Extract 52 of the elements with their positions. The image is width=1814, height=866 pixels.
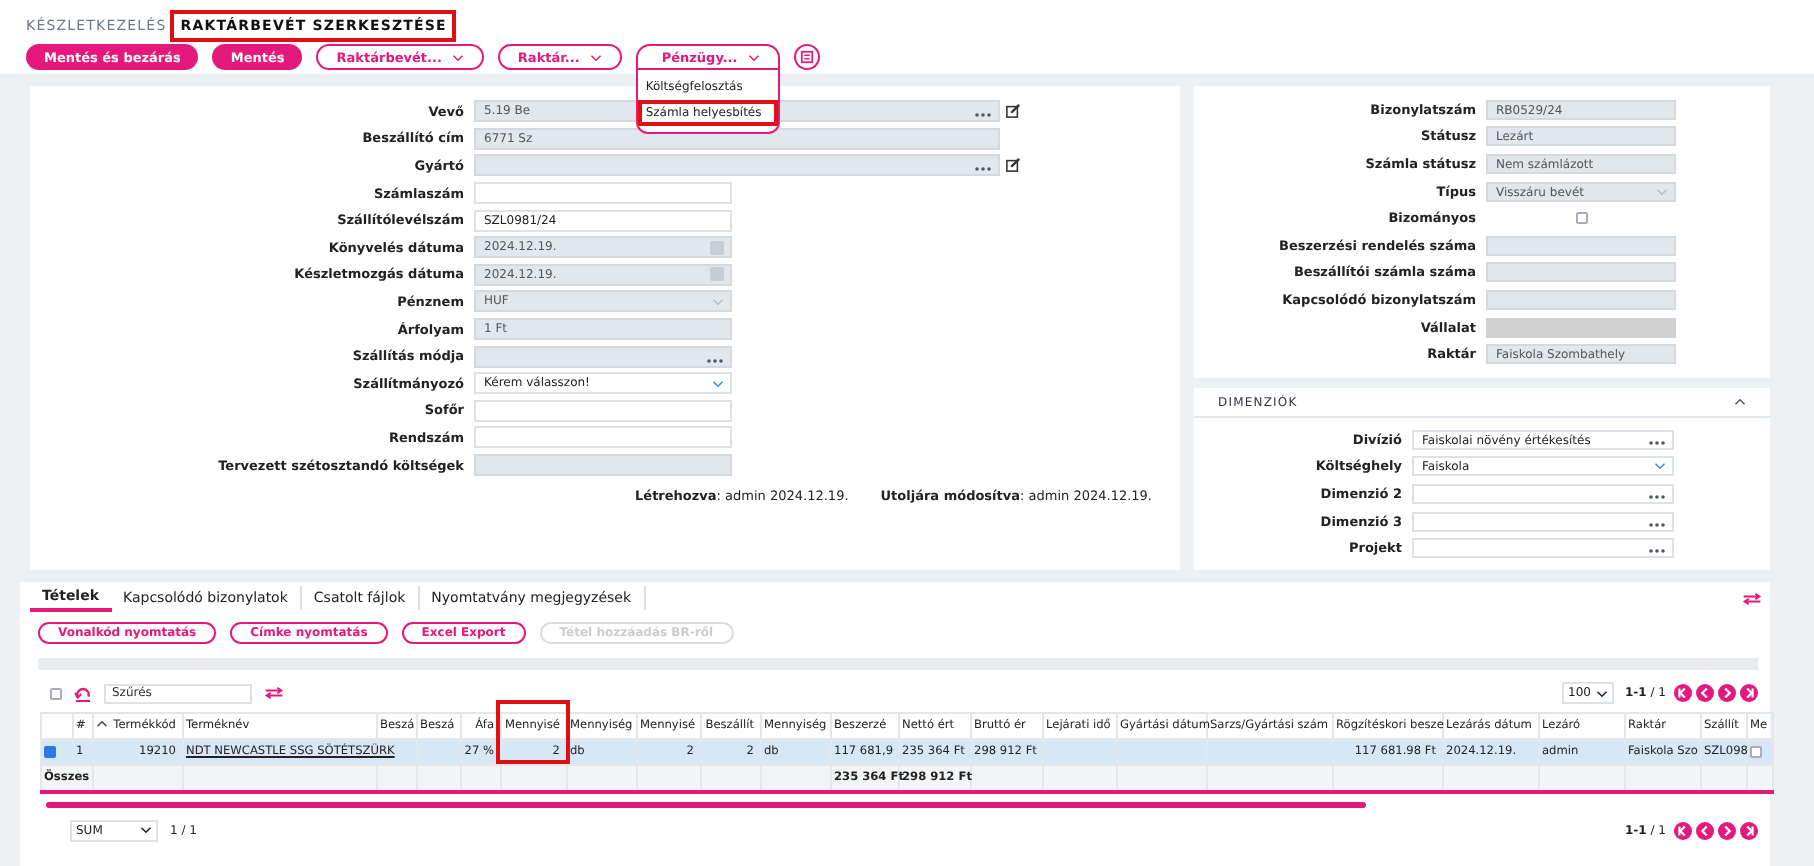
chevron-down-icon	[1656, 187, 1668, 196]
undo-icon[interactable]	[74, 685, 92, 702]
checkbox[interactable]	[50, 687, 62, 700]
prev-page-icon[interactable]	[1696, 684, 1714, 703]
sort-icon[interactable]	[95, 719, 108, 728]
first-page-icon[interactable]	[1674, 684, 1692, 703]
first-page-icon[interactable]	[1674, 821, 1692, 840]
ellipsis-icon[interactable]	[1648, 548, 1666, 555]
scrollbar[interactable]	[46, 801, 1366, 808]
ellipsis-icon[interactable]	[1648, 521, 1666, 528]
checkbox[interactable]	[44, 745, 56, 758]
chevron-down-icon	[589, 53, 602, 61]
input-field[interactable]	[1412, 511, 1674, 532]
chevron-up-icon	[1734, 398, 1746, 407]
checkbox[interactable]	[1750, 745, 1762, 758]
next-page-icon[interactable]	[1718, 821, 1736, 840]
swap-icon[interactable]	[1742, 591, 1762, 606]
document-button[interactable]	[793, 44, 820, 70]
chevron-down-icon	[712, 379, 724, 388]
last-page-icon[interactable]	[1740, 821, 1758, 840]
checkbox[interactable]	[1575, 212, 1587, 225]
chevron-down-icon	[451, 53, 464, 61]
chevron-down-icon	[712, 297, 724, 306]
input-field[interactable]	[1412, 483, 1674, 504]
prev-page-icon[interactable]	[1696, 821, 1714, 840]
swap-icon[interactable]	[264, 686, 284, 701]
edit-icon[interactable]	[1006, 158, 1020, 173]
ellipsis-icon[interactable]	[974, 166, 992, 173]
chevron-down-icon	[747, 53, 760, 61]
input-field[interactable]	[1486, 289, 1676, 310]
last-page-icon[interactable]	[1740, 684, 1758, 703]
document-icon	[799, 50, 814, 64]
input-field[interactable]	[1486, 262, 1676, 283]
ellipsis-icon[interactable]	[706, 357, 724, 364]
edit-icon[interactable]	[1006, 104, 1020, 119]
input-field[interactable]	[474, 345, 732, 368]
ellipsis-icon[interactable]	[1648, 493, 1666, 500]
input-field[interactable]	[1412, 538, 1674, 559]
input-field[interactable]	[474, 154, 1000, 177]
chevron-down-icon	[1595, 689, 1607, 698]
input-field[interactable]	[1486, 317, 1676, 338]
chevron-down-icon	[1654, 462, 1666, 471]
input-field[interactable]	[474, 182, 732, 205]
ellipsis-icon[interactable]	[974, 112, 992, 119]
input-field[interactable]	[474, 399, 732, 422]
collapse-toggle[interactable]	[1734, 398, 1746, 407]
input-field[interactable]	[474, 426, 732, 449]
ellipsis-icon[interactable]	[1648, 439, 1666, 446]
input-field[interactable]	[1486, 235, 1676, 256]
next-page-icon[interactable]	[1718, 684, 1736, 703]
chevron-down-icon	[140, 826, 152, 835]
input-field[interactable]	[474, 454, 732, 477]
